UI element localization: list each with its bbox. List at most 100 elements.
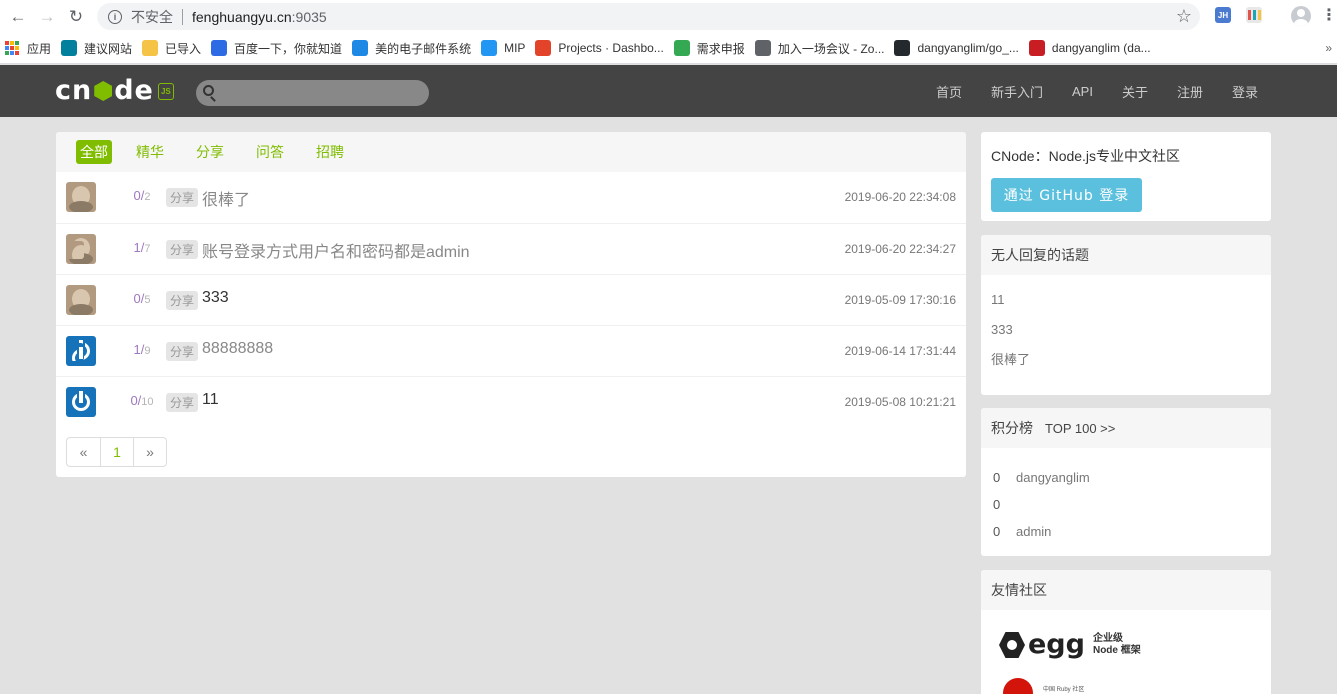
no-reply-topic-link[interactable]: 333 (991, 315, 1261, 345)
reload-icon[interactable]: ↻ (65, 6, 87, 28)
rank-username[interactable]: admin (1016, 524, 1051, 539)
browser-menu-icon[interactable]: ⋮ (1321, 6, 1337, 26)
mip-icon (481, 40, 498, 56)
user-avatar[interactable] (66, 387, 96, 417)
topic-row[interactable]: 1/7 分享 账号登录方式用户名和密码都是admin 2019-06-20 22:34… (56, 223, 966, 274)
nav-link-getstart[interactable]: 新手入门 (991, 82, 1043, 101)
rank-score: 0 (993, 470, 1001, 485)
bookmark-item[interactable]: 加入一场会议 - Zo... (754, 40, 884, 57)
forward-arrow-icon[interactable]: → (36, 6, 58, 28)
cnode-logo[interactable]: cn de JS (55, 77, 174, 105)
search-input[interactable] (220, 80, 420, 106)
bookmark-item[interactable]: 应用 (4, 40, 51, 57)
last-reply-avatar[interactable] (66, 343, 84, 361)
search-icon (203, 85, 214, 96)
rank-item: 0 dangyanglim (993, 464, 1261, 491)
bookmark-label: 百度一下，你就知道 (234, 41, 343, 56)
egg-logo[interactable]: egg 企业级 Node 框架 (999, 631, 1141, 658)
top100-link[interactable]: TOP 100 >> (1045, 421, 1115, 436)
gitlab-icon (535, 40, 552, 56)
no-reply-topic-link[interactable]: 11 (991, 285, 1261, 315)
topic-row[interactable]: 0/5 分享 333 2019-05-09 17:30:16 (56, 274, 966, 325)
pager-prev-button[interactable]: « (67, 438, 100, 466)
gitee-icon (1028, 40, 1045, 56)
reply-count: 1 (133, 342, 141, 357)
bookmark-star-icon[interactable]: ☆ (1176, 6, 1192, 27)
tab-2[interactable]: 分享 (192, 140, 228, 164)
topic-title[interactable]: 88888888 (202, 340, 273, 358)
nav-link-api[interactable]: API (1072, 84, 1093, 99)
pager-page-1[interactable]: 1 (100, 438, 133, 466)
last-active-time: 2019-05-09 17:30:16 (844, 293, 956, 307)
topic-title[interactable]: 账号登录方式用户名和密码都是admin (202, 238, 470, 262)
topic-list: 0/2 分享 很棒了 2019-06-20 22:34:08 1/7 分享 账号登录方式用户… (56, 172, 966, 427)
topic-tag: 分享 (166, 240, 199, 259)
nav-link-about[interactable]: 关于 (1122, 82, 1148, 101)
info-icon[interactable]: i (108, 9, 122, 24)
topic-row[interactable]: 0/10 分享 11 2019-05-08 10:21:21 (56, 376, 966, 427)
topic-row[interactable]: 1/9 分享 88888888 2019-06-14 17:31:44 (56, 325, 966, 376)
bookmark-item[interactable]: 百度一下，你就知道 (211, 40, 342, 57)
bookmark-item[interactable]: Projects · Dashbo... (535, 40, 664, 56)
no-reply-topic-link[interactable]: 很棒了 (991, 345, 1261, 375)
bookmark-item[interactable]: dangyanglim/go_... (894, 40, 1019, 56)
back-arrow-icon[interactable]: ← (7, 6, 29, 28)
tab-3[interactable]: 问答 (252, 140, 288, 164)
github-login-button[interactable]: 通过 GitHub 登录 (991, 178, 1142, 212)
topic-tag: 分享 (166, 393, 199, 412)
last-reply-avatar[interactable] (66, 241, 84, 259)
nav-link-signin[interactable]: 登录 (1232, 82, 1258, 101)
apps-grid-icon (4, 40, 20, 56)
url-text[interactable]: fenghuangyu.cn:9035 (192, 9, 327, 25)
drive-icon (673, 40, 690, 56)
last-active-time: 2019-06-14 17:31:44 (844, 344, 956, 358)
nav-link-signup[interactable]: 注册 (1177, 82, 1203, 101)
bookmarks-overflow-icon[interactable]: » (1325, 41, 1332, 55)
insecure-label: 不安全 (131, 8, 173, 25)
bing-icon (61, 40, 78, 56)
topic-row[interactable]: 0/2 分享 很棒了 2019-06-20 22:34:08 (56, 172, 966, 223)
nav-links: 首页 新手入门 API 关于 注册 登录 (907, 65, 1258, 117)
last-active-time: 2019-06-20 22:34:27 (844, 242, 956, 256)
rank-username[interactable]: dangyanglim (1016, 470, 1090, 485)
pager-next-button[interactable]: » (133, 438, 166, 466)
user-avatar[interactable] (66, 182, 96, 212)
last-active-time: 2019-05-08 10:21:21 (844, 395, 956, 409)
trello-extension-icon[interactable] (1246, 7, 1262, 23)
logo-hexagon-icon (94, 81, 113, 101)
ruby-china-logo[interactable] (1003, 678, 1033, 694)
reply-count: 0 (133, 188, 141, 203)
address-bar[interactable]: i 不安全 fenghuangyu.cn:9035 ☆ (97, 3, 1200, 30)
ruby-china-text: 中国 Ruby 社区 (1043, 687, 1085, 693)
jh-extension-icon[interactable]: JH (1215, 7, 1231, 23)
bookmark-item[interactable]: 美的电子邮件系统 (352, 40, 471, 57)
logo-text-left: cn (55, 75, 93, 106)
tab-1[interactable]: 精华 (132, 140, 168, 164)
topic-title[interactable]: 很棒了 (202, 186, 250, 210)
bookmark-item[interactable]: 需求申报 (673, 40, 745, 57)
user-avatar[interactable] (66, 285, 96, 315)
nav-link-home[interactable]: 首页 (936, 82, 962, 101)
reply-count: 0 (133, 291, 141, 306)
reply-count: 0 (130, 393, 138, 408)
topic-tabs: 全部 精华 分享 问答 招聘 (56, 132, 966, 172)
friends-header: 友情社区 (981, 570, 1271, 610)
tab-4[interactable]: 招聘 (312, 140, 348, 164)
search-box[interactable] (196, 80, 429, 106)
site-intro: CNode：Node.js专业中文社区 (991, 148, 1181, 164)
topic-title[interactable]: 11 (202, 391, 219, 409)
bookmark-item[interactable]: 建议网站 (61, 40, 132, 57)
globe-icon (754, 40, 771, 56)
topic-title[interactable]: 333 (202, 289, 229, 307)
no-reply-panel: 无人回复的话题 11 333 很棒了 (981, 235, 1271, 395)
bookmark-item[interactable]: MIP (481, 40, 525, 56)
url-port: :9035 (291, 8, 327, 25)
egg-tagline: 企业级 Node 框架 (1093, 633, 1141, 657)
profile-avatar-icon[interactable] (1291, 6, 1311, 26)
bookmark-item[interactable]: dangyanglim (da... (1028, 40, 1151, 56)
bookmark-item[interactable]: 已导入 (142, 40, 201, 57)
tab-0[interactable]: 全部 (76, 140, 112, 164)
rank-item: 0 (993, 491, 1261, 518)
site-navbar: cn de JS 首页 新手入门 API 关于 注册 登录 (0, 65, 1337, 117)
visit-count: 5 (144, 294, 151, 306)
